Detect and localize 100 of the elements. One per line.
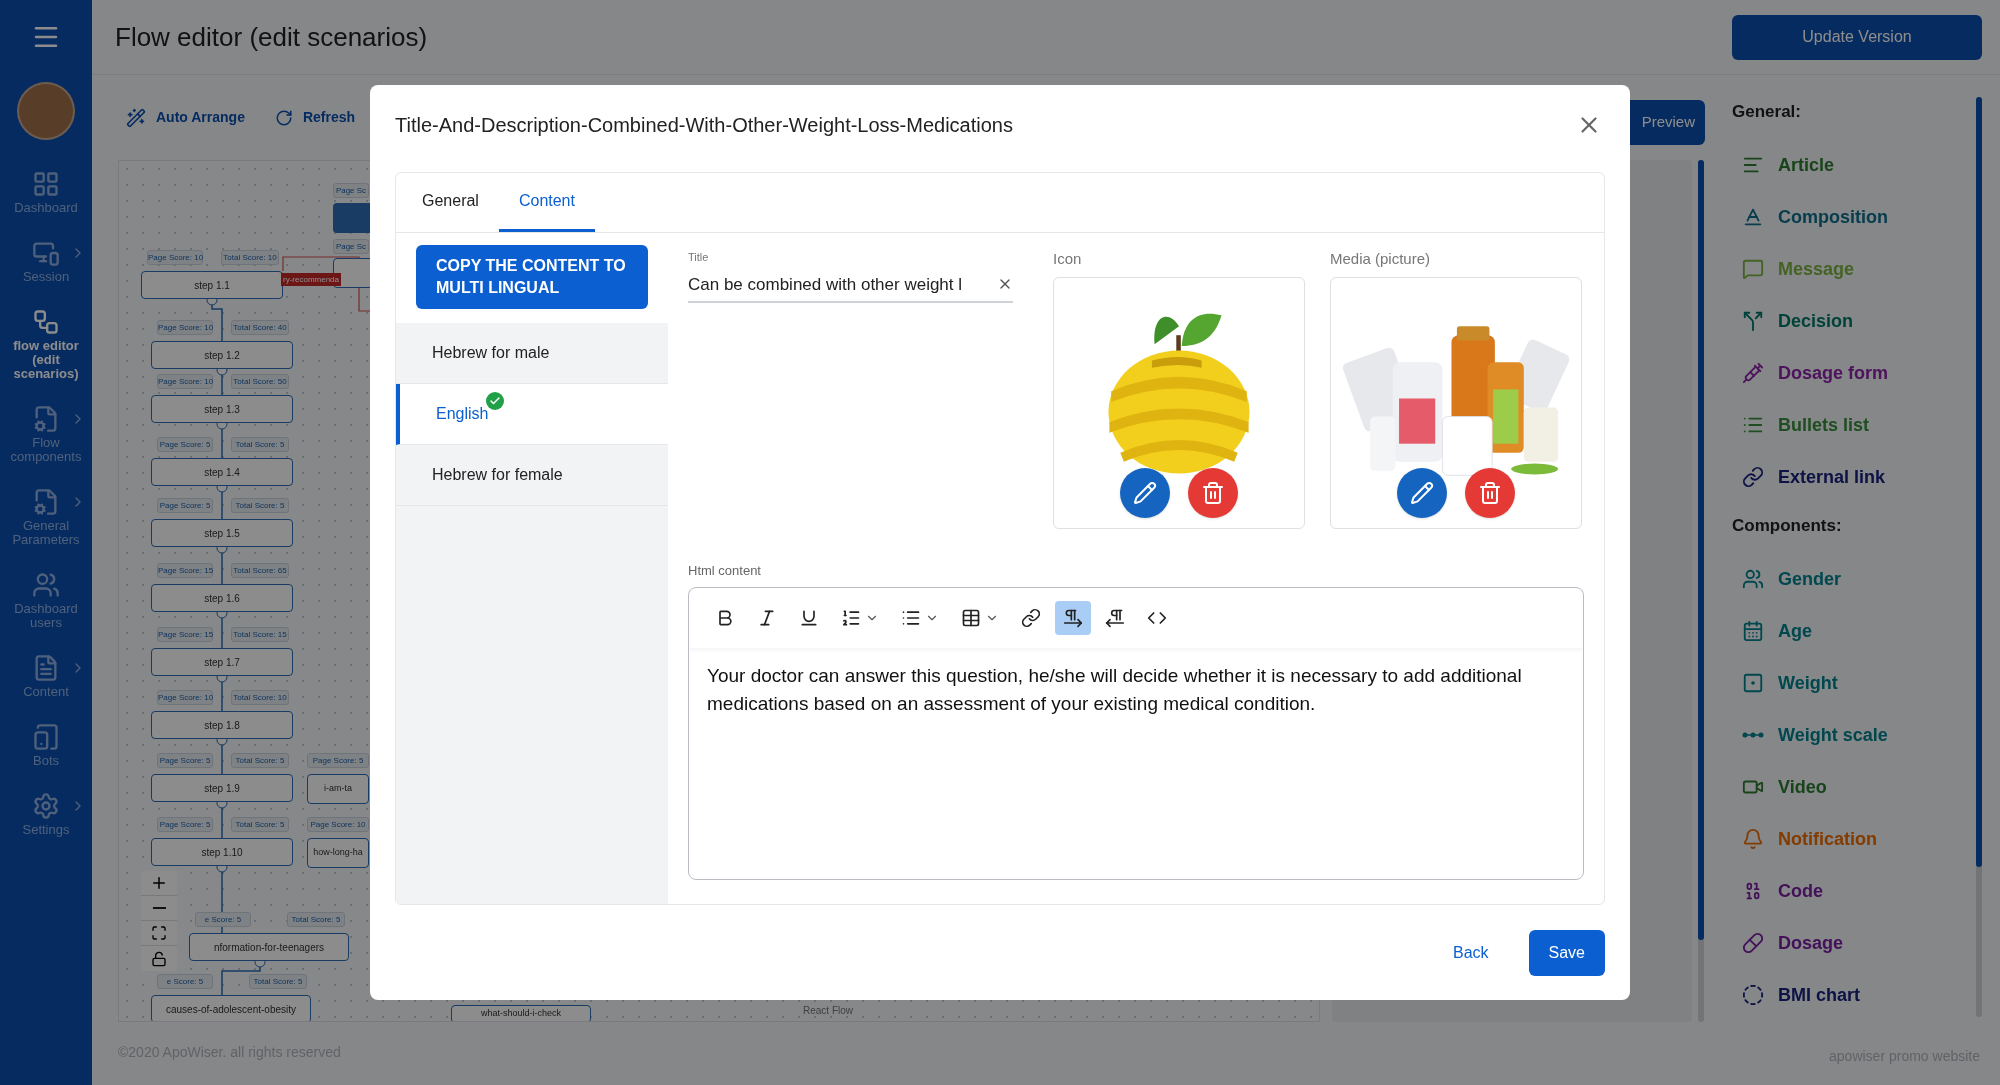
score-badge: Page Score: 10 bbox=[147, 250, 203, 265]
flow-node[interactable]: step 1.3 bbox=[151, 395, 293, 423]
language-item[interactable]: English bbox=[396, 384, 668, 445]
palette-label: Decision bbox=[1778, 309, 1854, 333]
flow-node[interactable]: step 1.8 bbox=[151, 711, 293, 739]
flow-node[interactable]: causes-of-adolescent-obesity bbox=[151, 995, 311, 1021]
html-editor[interactable]: Your doctor can answer this question, he/she will decide whether it is necessary to add additional medications based on an assessment of your existing medical condition. bbox=[688, 586, 1584, 880]
flow-node[interactable]: step 1.9 bbox=[151, 774, 293, 802]
palette-label: Message bbox=[1778, 257, 1855, 281]
sidebar-item[interactable]: General Parameters bbox=[0, 476, 92, 559]
flow-node[interactable]: step 1.2 bbox=[151, 341, 293, 369]
palette-label: Weight scale bbox=[1778, 723, 1888, 747]
score-badge: Total Score: 10 bbox=[221, 250, 279, 265]
sidebar-item[interactable]: Flow components bbox=[0, 393, 92, 476]
flow-node[interactable] bbox=[333, 203, 373, 233]
palette-label: Bullets list bbox=[1778, 413, 1870, 437]
language-label: Hebrew for female bbox=[432, 466, 563, 483]
flow-node[interactable]: i-am-ta bbox=[307, 774, 369, 804]
sidebar-item[interactable]: flow editor (edit scenarios) bbox=[0, 296, 92, 393]
score-badge: Page Score: 5 bbox=[157, 817, 213, 832]
letter-icon bbox=[1742, 206, 1764, 228]
language-label: English bbox=[436, 405, 489, 422]
refresh-button[interactable]: Refresh bbox=[274, 107, 356, 128]
flow-node[interactable]: how-long-ha bbox=[307, 838, 369, 868]
message-icon bbox=[1742, 258, 1764, 280]
minus-icon bbox=[152, 907, 166, 909]
score-badge: e Score: 5 bbox=[157, 974, 213, 989]
score-badge: Page Score: 10 bbox=[307, 817, 369, 832]
tab[interactable]: General bbox=[402, 173, 499, 232]
score-badge: Page Score: 5 bbox=[157, 437, 213, 452]
pill-icon bbox=[1742, 932, 1764, 954]
score-badge: Page Sc bbox=[333, 183, 369, 198]
section-heading: Components: bbox=[1732, 515, 1843, 537]
sidebar-item[interactable]: Dashboard users bbox=[0, 559, 92, 642]
link-icon bbox=[1742, 466, 1764, 488]
sidebar-label: Flow components bbox=[9, 436, 83, 464]
rtl-button[interactable] bbox=[1055, 600, 1091, 635]
palette-item[interactable]: BMI chart bbox=[1732, 969, 2000, 1021]
copy-content-button[interactable]: COPY THE CONTENT TO MULTI LINGUAL bbox=[416, 245, 648, 309]
back-button[interactable]: Back bbox=[1452, 940, 1489, 965]
score-badge: Total Score: 65 bbox=[231, 563, 289, 578]
sidebar-item[interactable]: Dashboard bbox=[0, 158, 92, 227]
flow-node[interactable]: nformation-for-teenagers bbox=[189, 933, 349, 961]
calendar-icon bbox=[1742, 620, 1764, 642]
score-badge: Total Score: 50 bbox=[231, 374, 289, 389]
link-icon bbox=[1021, 607, 1041, 628]
sidebar-label: Content bbox=[23, 685, 69, 699]
score-badge: Total Score: 10 bbox=[231, 690, 289, 705]
bell-icon bbox=[1742, 828, 1764, 850]
magic-wand-icon bbox=[126, 107, 146, 128]
editor-text: Your doctor can answer this question, he/she will decide whether it is necessary to add additional medications based on an assessment of your existing medical condition. bbox=[706, 663, 1523, 716]
trash-icon bbox=[1478, 481, 1502, 505]
trash-icon bbox=[1201, 481, 1225, 505]
phone-icon bbox=[32, 723, 60, 751]
update-version-button[interactable]: Update Version bbox=[1732, 14, 1982, 60]
sidebar-label: Session bbox=[22, 270, 70, 284]
sidebar-item[interactable]: Content bbox=[0, 642, 92, 711]
scrollbar-thumb[interactable] bbox=[1976, 97, 1982, 867]
language-label: Hebrew for male bbox=[432, 344, 550, 361]
palette-label: Article bbox=[1778, 153, 1835, 177]
flow-node[interactable]: step 1.4 bbox=[151, 458, 293, 486]
attribution-text: React Flow bbox=[803, 1004, 853, 1018]
save-button[interactable]: Save bbox=[1528, 929, 1605, 976]
flow-node[interactable]: step 1.10 bbox=[151, 838, 293, 866]
palette-label: Gender bbox=[1778, 567, 1842, 591]
flow-node[interactable]: what-should-i-check bbox=[451, 1005, 591, 1021]
media-label: Icon bbox=[1053, 249, 1083, 269]
split-icon bbox=[1742, 310, 1764, 332]
flow-node[interactable]: step 1.5 bbox=[151, 519, 293, 547]
dots-icon bbox=[1742, 732, 1764, 738]
unlocked-icon bbox=[151, 950, 167, 967]
dashed-circle-icon bbox=[1742, 984, 1764, 1006]
score-badge: Total Score: 5 bbox=[287, 912, 345, 927]
palette-label: Dosage bbox=[1778, 931, 1844, 955]
score-badge: Total Score: 5 bbox=[231, 753, 289, 768]
title-field[interactable]: Can be combined with other weight l bbox=[688, 271, 1013, 303]
flow-node[interactable]: step 1.6 bbox=[151, 584, 293, 612]
sidebar-item[interactable]: Session bbox=[0, 227, 92, 296]
sidebar-label: Dashboard bbox=[14, 201, 78, 215]
sidebar-label: Settings bbox=[22, 823, 70, 837]
sidebar-item[interactable]: Bots bbox=[0, 711, 92, 780]
palette-label: BMI chart bbox=[1778, 983, 1860, 1007]
score-badge: Total Score: 15 bbox=[231, 627, 289, 642]
flow-node[interactable]: step 1.1 bbox=[141, 271, 283, 299]
syringe-icon bbox=[1742, 362, 1764, 384]
dialog-title: Title-And-Description-Combined-With-Other-Weight-Loss-Medications bbox=[395, 113, 1013, 138]
palette-label: Age bbox=[1778, 619, 1812, 643]
flow-node[interactable]: step 1.7 bbox=[151, 648, 293, 676]
score-badge: Page Score: 15 bbox=[157, 627, 213, 642]
pencil-icon bbox=[1133, 481, 1157, 505]
sidebar-item[interactable]: Settings bbox=[0, 780, 92, 849]
media-label: Media (picture) bbox=[1330, 249, 1432, 269]
auto-arrange-button[interactable]: Auto Arrange bbox=[126, 107, 245, 128]
sidebar-label: General Parameters bbox=[11, 519, 81, 547]
score-badge: Total Score: 5 bbox=[231, 817, 289, 832]
sidebar-label: flow editor (edit scenarios) bbox=[12, 339, 80, 381]
score-badge: Page Score: 5 bbox=[157, 753, 213, 768]
table-icon bbox=[961, 607, 981, 628]
sidebar-label: Bots bbox=[33, 754, 59, 768]
sidebar-label: Dashboard users bbox=[13, 602, 79, 630]
